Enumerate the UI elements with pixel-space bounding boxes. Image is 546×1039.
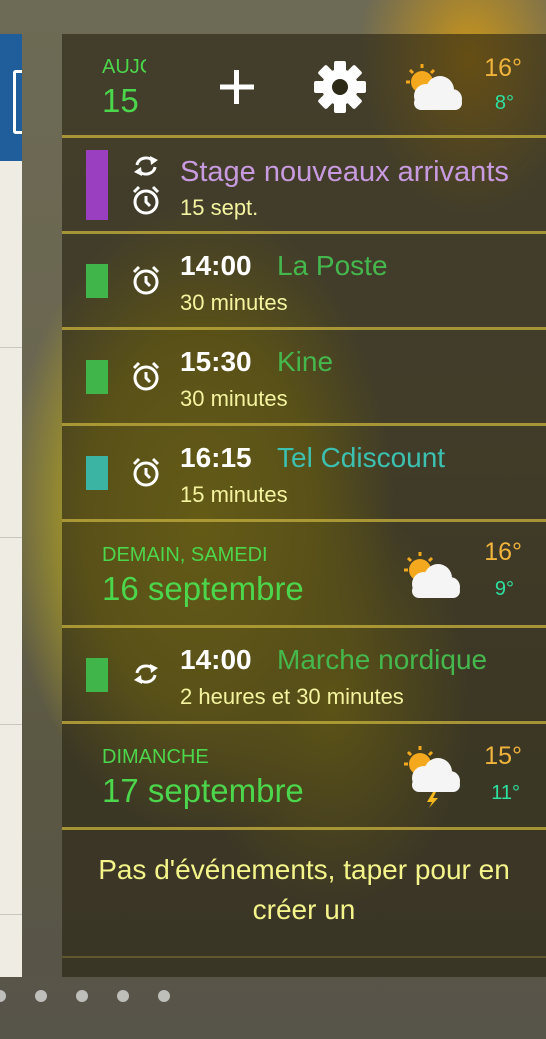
event-subtitle: 15 minutes	[180, 482, 288, 507]
page-dot[interactable]	[35, 990, 47, 1002]
divider	[0, 537, 22, 538]
event-color-bar	[86, 150, 108, 220]
event-color-bar	[86, 360, 108, 394]
alarm-icon	[130, 184, 162, 216]
no-events-line1: Pas d'événements, taper pour en	[98, 854, 510, 885]
today-temp-low: 8°	[494, 92, 514, 114]
divider	[0, 347, 22, 348]
event-subtitle: 2 heures et 30 minutes	[180, 684, 404, 709]
event-item[interactable]: 15:30 Kine 30 minutes	[62, 330, 546, 423]
event-time: 14:00	[180, 250, 252, 281]
adjacent-panel	[0, 34, 22, 977]
event-color-bar	[86, 658, 108, 692]
event-subtitle: 30 minutes	[180, 386, 288, 411]
plus-icon[interactable]	[218, 68, 256, 106]
event-color-bar	[86, 456, 108, 490]
today-label: AUJC	[102, 56, 146, 78]
tomorrow-header[interactable]: DEMAIN, SAMEDI 16 septembre 16° 9°	[62, 522, 546, 625]
page-dot[interactable]	[117, 990, 129, 1002]
event-time: 15:30	[180, 346, 252, 377]
page-dot[interactable]	[76, 990, 88, 1002]
thunder-cloud-sun-icon[interactable]	[400, 744, 462, 808]
event-color-bar	[86, 264, 108, 298]
sunday-date: 17 septembre	[102, 772, 304, 809]
partly-cloudy-icon[interactable]	[400, 550, 462, 602]
event-time: 14:00	[180, 644, 252, 675]
alarm-icon	[130, 360, 162, 392]
adjacent-panel-header	[0, 34, 22, 161]
separator	[62, 956, 546, 958]
event-title: La Poste	[277, 250, 388, 281]
event-title: Tel Cdiscount	[277, 442, 446, 473]
event-subtitle: 15 sept.	[180, 195, 259, 220]
alarm-icon	[130, 456, 162, 488]
event-subtitle: 30 minutes	[180, 290, 288, 315]
divider	[0, 914, 22, 915]
sunday-label: DIMANCHE	[102, 746, 209, 768]
gear-icon[interactable]	[313, 60, 367, 114]
tomorrow-temp-low: 9°	[494, 578, 514, 600]
no-events-line2: créer un	[252, 894, 356, 925]
sunday-temp-low: 11°	[491, 782, 520, 804]
repeat-icon	[132, 154, 160, 178]
event-item[interactable]: 14:00 La Poste 30 minutes	[62, 234, 546, 327]
page-dot[interactable]	[158, 990, 170, 1002]
sunday-header[interactable]: DIMANCHE 17 septembre 15° 11°	[62, 724, 546, 827]
repeat-icon	[132, 662, 160, 686]
page-indicator	[0, 990, 546, 1004]
today-date: 15	[102, 82, 139, 119]
today-header[interactable]: AUJC 15	[62, 34, 546, 135]
tomorrow-temp-high: 16°	[484, 538, 522, 566]
sunday-temp-high: 15°	[484, 742, 522, 770]
tomorrow-date: 16 septembre	[102, 570, 304, 607]
alarm-icon	[130, 264, 162, 296]
event-title: Kine	[277, 346, 334, 377]
event-time: 16:15	[180, 442, 252, 473]
calendar-widget[interactable]: AUJC 15	[62, 34, 546, 977]
event-title: Stage nouveaux arrivants	[180, 156, 509, 188]
partly-cloudy-icon[interactable]	[402, 62, 464, 114]
today-temp-high: 16°	[484, 54, 522, 82]
no-events-message[interactable]: Pas d'événements, taper pour en créer un	[62, 830, 546, 956]
divider	[0, 724, 22, 725]
event-title: Marche nordique	[277, 644, 488, 675]
event-item[interactable]: 16:15 Tel Cdiscount 15 minutes	[62, 426, 546, 519]
page-dot[interactable]	[0, 990, 6, 1002]
event-item[interactable]: 14:00 Marche nordique 2 heures et 30 min…	[62, 628, 546, 721]
adjacent-panel-icon	[13, 70, 22, 134]
tomorrow-label: DEMAIN, SAMEDI	[102, 544, 268, 566]
event-item[interactable]: Stage nouveaux arrivants 15 sept.	[62, 138, 546, 231]
